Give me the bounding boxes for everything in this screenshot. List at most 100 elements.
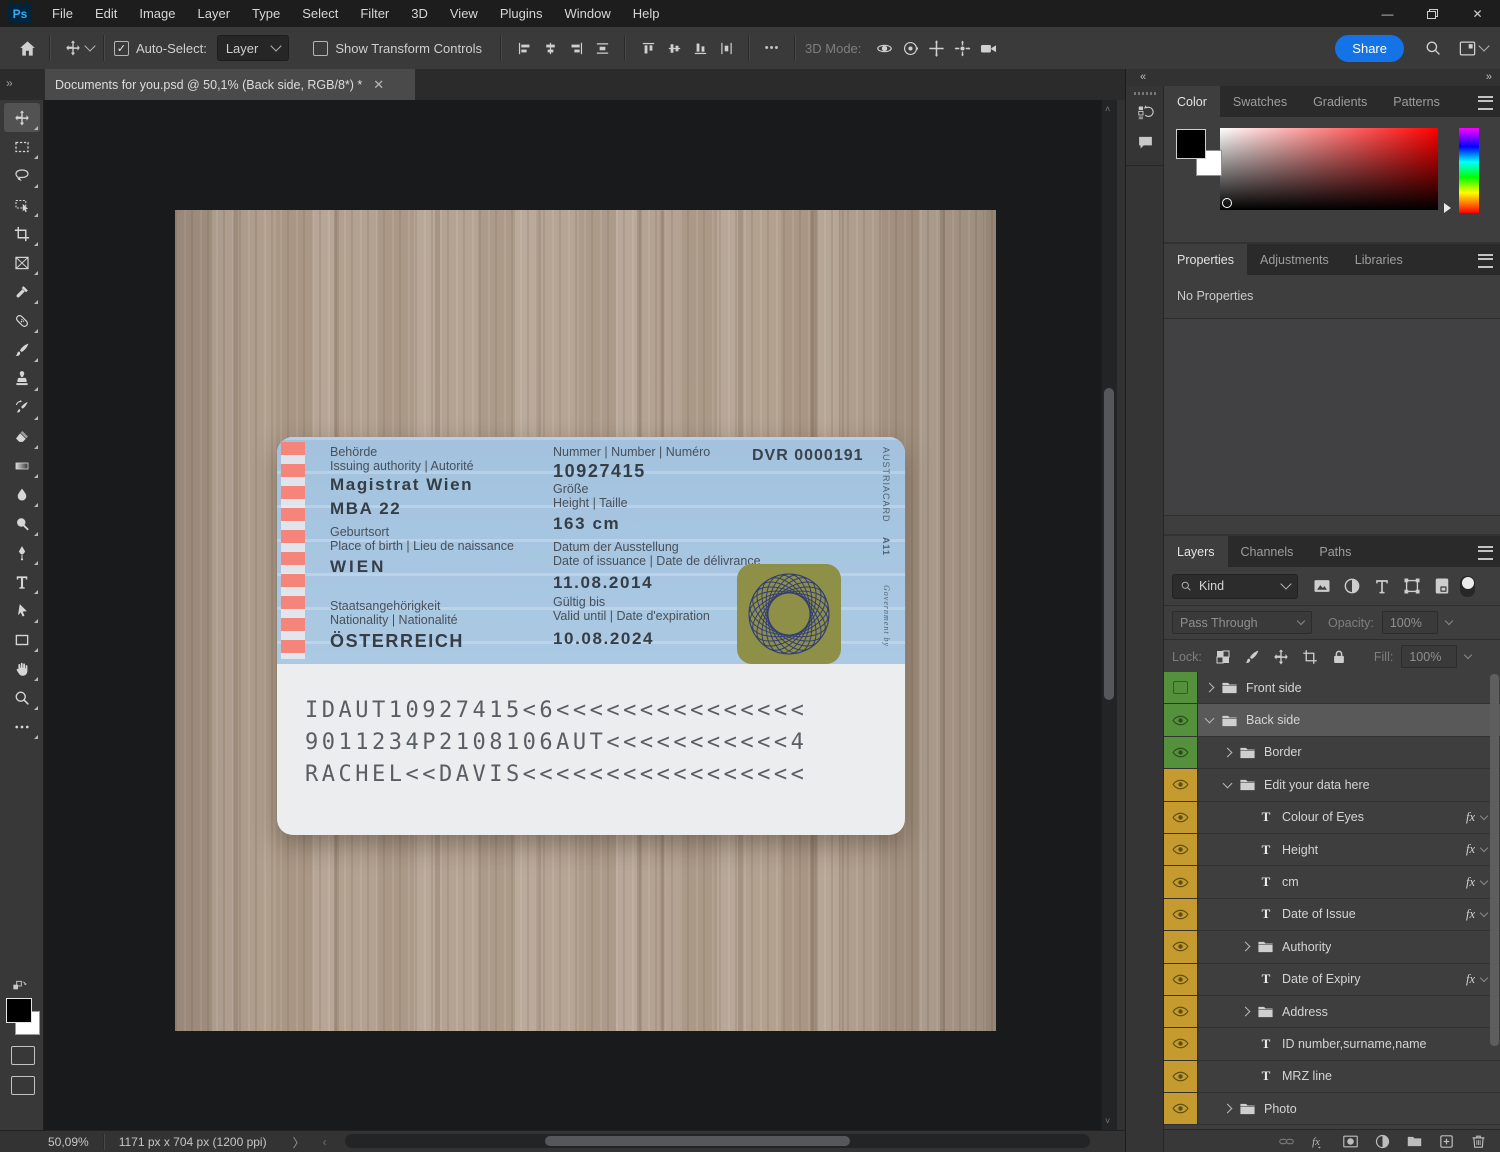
tab-adjustments[interactable]: Adjustments: [1247, 244, 1342, 275]
align-middle-button[interactable]: [661, 35, 687, 61]
color-panel-menu-icon[interactable]: [1478, 96, 1493, 110]
menu-plugins[interactable]: Plugins: [489, 0, 554, 27]
layer-row-cm[interactable]: Tcm fx: [1164, 866, 1500, 899]
strip-drag-handle[interactable]: [1133, 92, 1156, 95]
gradient-tool[interactable]: [4, 451, 40, 480]
horizontal-scroll-thumb[interactable]: [545, 1136, 850, 1146]
tab-patterns[interactable]: Patterns: [1380, 86, 1453, 117]
tab-color[interactable]: Color: [1164, 86, 1220, 117]
lock-paint-button[interactable]: [1243, 648, 1261, 666]
pen-tool[interactable]: [4, 538, 40, 567]
adjustment-layers-filter-button[interactable]: [1342, 576, 1362, 596]
layer-visibility[interactable]: [1164, 866, 1198, 898]
history-panel-button[interactable]: [1126, 97, 1164, 127]
auto-select-checkbox[interactable]: ✓: [114, 40, 129, 56]
expand-toggle[interactable]: [1240, 1006, 1251, 1017]
layer-row-edit-your-data-here[interactable]: Edit your data here: [1164, 769, 1500, 802]
delete-layer-button[interactable]: [1470, 1133, 1487, 1150]
show-transform-checkbox[interactable]: [313, 40, 329, 56]
lock-all-button[interactable]: [1330, 648, 1348, 666]
align-left-button[interactable]: [511, 35, 537, 61]
menu-layer[interactable]: Layer: [187, 0, 242, 27]
layer-visibility[interactable]: [1164, 898, 1198, 931]
edit-toolbar-tool[interactable]: [4, 712, 40, 741]
layers-scroll-thumb[interactable]: [1490, 674, 1499, 1046]
new-layer-button[interactable]: [1438, 1133, 1455, 1150]
layer-visibility[interactable]: [1164, 801, 1198, 833]
color-picker-marker[interactable]: [1222, 198, 1232, 208]
layer-style-fx-button[interactable]: fx: [1310, 1133, 1327, 1150]
swap-colors-icon[interactable]: [5, 978, 35, 994]
menu-window[interactable]: Window: [553, 0, 621, 27]
opacity-field[interactable]: 100%: [1381, 611, 1438, 634]
menu-select[interactable]: Select: [291, 0, 349, 27]
toolbar-expand-chevrons[interactable]: »: [6, 76, 13, 90]
layer-row-border[interactable]: Border: [1164, 736, 1500, 770]
camera-3d-button[interactable]: [975, 35, 1001, 61]
expand-toggle[interactable]: [1222, 747, 1233, 758]
layer-visibility[interactable]: [1164, 769, 1198, 801]
layer-visibility[interactable]: [1164, 1060, 1198, 1093]
hue-slider[interactable]: [1459, 128, 1479, 213]
spot-healing-brush-tool[interactable]: [4, 306, 40, 335]
menu-type[interactable]: Type: [241, 0, 291, 27]
layer-visibility[interactable]: [1164, 1028, 1198, 1060]
close-button[interactable]: ✕: [1455, 0, 1500, 27]
layer-row-authority[interactable]: Authority: [1164, 931, 1500, 964]
tool-preset-chevron[interactable]: [84, 40, 96, 52]
tab-paths[interactable]: Paths: [1306, 536, 1364, 567]
layer-row-date-of-expiry[interactable]: T Date of Expiry fx: [1164, 963, 1500, 996]
layer-visibility[interactable]: [1164, 995, 1198, 1028]
tab-gradients[interactable]: Gradients: [1300, 86, 1380, 117]
menu-view[interactable]: View: [439, 0, 489, 27]
vertical-scroll-thumb[interactable]: [1104, 388, 1114, 700]
align-right-button[interactable]: [563, 35, 589, 61]
lasso-tool[interactable]: [4, 161, 40, 190]
type-layers-filter-button[interactable]: [1372, 576, 1392, 596]
share-button[interactable]: Share: [1335, 34, 1404, 62]
workspace-chevron[interactable]: [1478, 40, 1490, 52]
history-brush-tool[interactable]: [4, 393, 40, 422]
document-close-icon[interactable]: ✕: [373, 77, 384, 93]
lock-artboard-button[interactable]: [1301, 648, 1319, 666]
menu-edit[interactable]: Edit: [84, 0, 128, 27]
link-layers-button[interactable]: [1278, 1133, 1295, 1150]
layer-visibility[interactable]: [1164, 963, 1198, 995]
move-tool[interactable]: [4, 103, 40, 132]
layer-visibility[interactable]: [1164, 1093, 1198, 1125]
object-selection-tool[interactable]: [4, 190, 40, 219]
saturation-brightness-field[interactable]: [1220, 128, 1438, 210]
search-button[interactable]: [1420, 35, 1446, 61]
more-align-options-button[interactable]: •••: [759, 35, 785, 61]
clone-stamp-tool[interactable]: [4, 364, 40, 393]
dodge-tool[interactable]: [4, 509, 40, 538]
foreground-color-chip[interactable]: [1176, 129, 1206, 159]
layer-visibility[interactable]: [1164, 833, 1198, 866]
expand-dock-chevrons[interactable]: »: [1486, 71, 1492, 83]
menu-3d[interactable]: 3D: [400, 0, 439, 27]
fill-chevron[interactable]: [1464, 650, 1473, 660]
layer-row-front-side[interactable]: Front side: [1164, 672, 1500, 705]
restore-button[interactable]: [1410, 0, 1455, 27]
layer-row-height[interactable]: T Height fx: [1164, 833, 1500, 867]
layer-row-colour-of-eyes[interactable]: T Colour of Eyes fx: [1164, 801, 1500, 834]
distribute-h-button[interactable]: [589, 35, 615, 61]
auto-select-target-dropdown[interactable]: Layer: [216, 35, 290, 61]
add-mask-button[interactable]: [1342, 1133, 1359, 1150]
foreground-color-swatch[interactable]: [6, 998, 32, 1023]
tab-swatches[interactable]: Swatches: [1220, 86, 1300, 117]
align-top-button[interactable]: [635, 35, 661, 61]
workspace-button[interactable]: [1454, 35, 1480, 61]
menu-filter[interactable]: Filter: [349, 0, 400, 27]
lock-transparency-button[interactable]: [1214, 648, 1232, 666]
menu-help[interactable]: Help: [622, 0, 671, 27]
layer-visibility[interactable]: [1164, 704, 1198, 736]
tab-channels[interactable]: Channels: [1228, 536, 1307, 567]
fill-field[interactable]: 100%: [1401, 645, 1458, 668]
slide-3d-button[interactable]: [949, 35, 975, 61]
collapse-dock-chevrons[interactable]: «: [1140, 71, 1146, 83]
horizontal-scrollbar[interactable]: [345, 1134, 1090, 1148]
pixel-layers-filter-button[interactable]: [1312, 576, 1332, 596]
quick-mask-button[interactable]: [11, 1046, 35, 1065]
roll-3d-button[interactable]: [897, 35, 923, 61]
